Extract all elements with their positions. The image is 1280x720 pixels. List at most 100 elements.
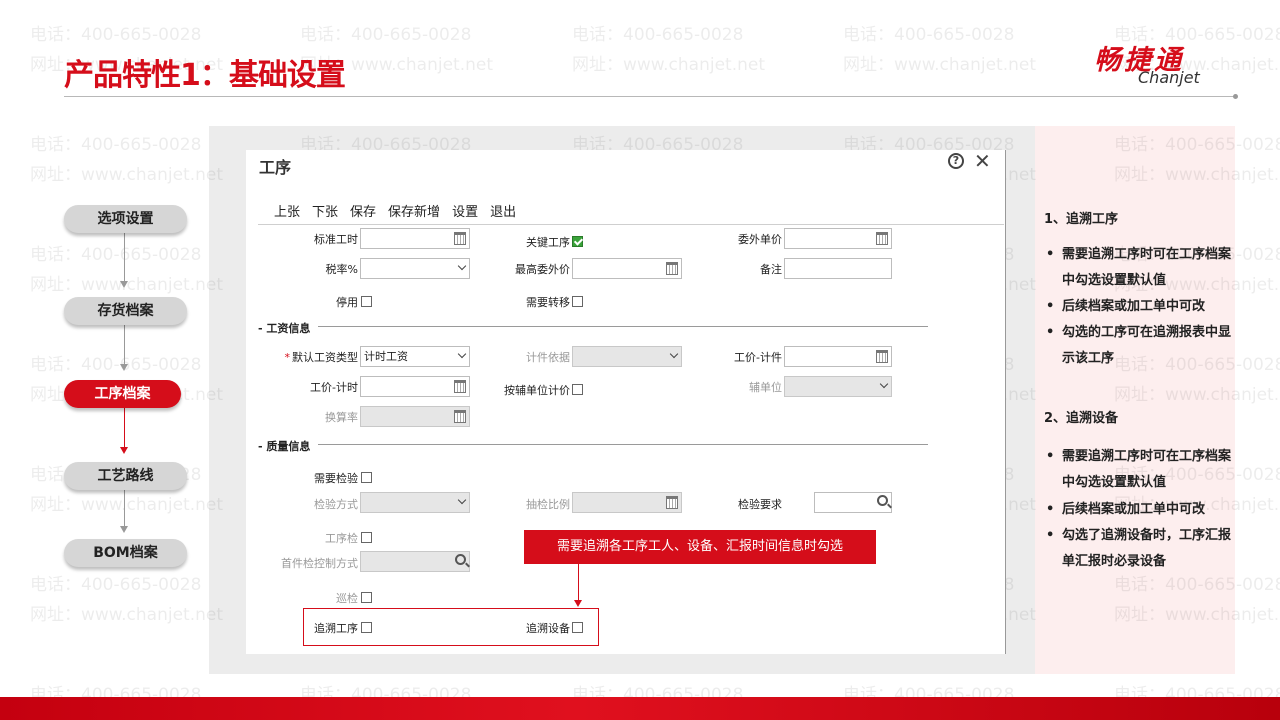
watermark-text: 电话：400-665-0028 — [30, 355, 202, 375]
chevron-down-icon — [457, 349, 467, 359]
aux-unit-price-label: 按辅单位计价 — [504, 384, 570, 397]
inspection-req-label: 检验要求 — [738, 498, 782, 511]
callout-connector — [578, 564, 579, 600]
watermark-text: 网址：www.chanjet.net — [30, 605, 224, 625]
title-divider — [64, 96, 1236, 97]
flow-arrow — [120, 364, 128, 371]
watermark-text: 电话：400-665-0028 — [843, 25, 1015, 45]
sampling-ratio-label: 抽检比例 — [526, 498, 570, 511]
chevron-down-icon — [457, 261, 467, 271]
watermark-text: 电话：400-665-0028 — [30, 575, 202, 595]
flow-connector — [124, 233, 125, 283]
max-outsource-price-input[interactable] — [572, 258, 682, 279]
first-inspection-input[interactable] — [360, 551, 470, 572]
piece-basis-label: 计件依据 — [526, 351, 570, 364]
notes-section1-item: 需要追溯工序时可在工序档案中勾选设置默认值 — [1046, 242, 1234, 294]
brand-logo-english: Chanjet — [1138, 68, 1200, 87]
need-inspection-checkbox[interactable] — [361, 472, 372, 483]
notes-section2-item: 勾选了追溯设备时，工序汇报单汇报时必录设备 — [1046, 523, 1234, 575]
watermark-text: 电话：400-665-0028 — [300, 25, 472, 45]
calculator-icon[interactable] — [666, 496, 678, 509]
flow-arrow-active — [120, 447, 128, 454]
quality-section-title: - 质量信息 — [258, 440, 311, 453]
trace-highlight-box — [303, 608, 599, 646]
process-inspection-label: 工序检 — [325, 532, 358, 545]
calculator-icon[interactable] — [454, 380, 466, 393]
notes-section1-item: 勾选的工序可在追溯报表中显示该工序 — [1046, 320, 1234, 372]
inspection-method-label: 检验方式 — [314, 498, 358, 511]
first-inspection-label: 首件检控制方式 — [281, 557, 358, 570]
watermark-text: 网址：www.chanjet.net — [30, 165, 224, 185]
remark-input[interactable] — [784, 258, 892, 279]
inspection-method-select[interactable] — [360, 492, 470, 513]
flow-connector — [124, 325, 125, 365]
notes-section1-title: 1、追溯工序 — [1044, 212, 1119, 227]
outsource-price-label: 委外单价 — [738, 233, 782, 246]
patrol-inspection-checkbox[interactable] — [361, 592, 372, 603]
watermark-text: 电话：400-665-0028 — [30, 135, 202, 155]
watermark-text: 电话：400-665-0028 — [572, 25, 744, 45]
toolbar-save-button[interactable]: 保存 — [350, 201, 376, 220]
piece-price-input[interactable] — [784, 346, 892, 367]
wage-section-divider — [318, 326, 928, 327]
toolbar-exit-button[interactable]: 退出 — [490, 201, 516, 220]
help-icon[interactable]: ? — [948, 153, 964, 169]
piece-basis-select[interactable] — [572, 346, 682, 367]
disabled-label: 停用 — [336, 296, 358, 309]
flow-arrow — [120, 526, 128, 533]
flow-step-inventory: 存货档案 — [64, 297, 187, 325]
watermark-text: 网址：www.chanjet.net — [572, 55, 766, 75]
process-inspection-checkbox[interactable] — [361, 532, 372, 543]
disabled-checkbox[interactable] — [361, 296, 372, 307]
std-hours-label: 标准工时 — [314, 233, 358, 246]
need-transfer-checkbox[interactable] — [572, 296, 583, 307]
toolbar-divider — [258, 224, 1004, 225]
wage-section-title: - 工资信息 — [258, 322, 311, 335]
watermark-text: 网址：www.chanjet.net — [843, 55, 1037, 75]
tax-rate-select[interactable] — [360, 258, 470, 279]
search-icon[interactable] — [455, 554, 466, 565]
toolbar-next-button[interactable]: 下张 — [312, 201, 338, 220]
quality-section-divider — [318, 444, 928, 445]
inspection-req-input[interactable] — [814, 492, 892, 513]
need-inspection-label: 需要检验 — [314, 472, 358, 485]
calculator-icon[interactable] — [454, 410, 466, 423]
flow-step-options: 选项设置 — [64, 205, 187, 233]
search-icon[interactable] — [877, 495, 888, 506]
calculator-icon[interactable] — [666, 262, 678, 275]
conversion-rate-input[interactable] — [360, 406, 470, 427]
aux-unit-select[interactable] — [784, 376, 892, 397]
trace-callout: 需要追溯各工序工人、设备、汇报时间信息时勾选 — [524, 530, 876, 564]
sampling-ratio-input[interactable] — [572, 492, 682, 513]
chevron-down-icon — [457, 495, 467, 505]
outsource-price-input[interactable] — [784, 228, 892, 249]
toolbar-prev-button[interactable]: 上张 — [274, 201, 300, 220]
std-hours-input[interactable] — [360, 228, 470, 249]
toolbar-save-new-button[interactable]: 保存新增 — [388, 201, 440, 220]
flow-connector-active — [124, 408, 125, 448]
tax-rate-label: 税率% — [325, 263, 358, 276]
wage-type-label: 默认工资类型 — [274, 349, 358, 365]
quality-section-label: 质量信息 — [266, 440, 311, 453]
chevron-down-icon — [879, 379, 889, 389]
calculator-icon[interactable] — [876, 232, 888, 245]
calculator-icon[interactable] — [876, 350, 888, 363]
calculator-icon[interactable] — [454, 232, 466, 245]
max-outsource-price-label: 最高委外价 — [515, 263, 570, 276]
dialog-title: 工序 — [259, 158, 292, 177]
chevron-down-icon — [669, 349, 679, 359]
toolbar-settings-button[interactable]: 设置 — [452, 201, 478, 220]
aux-unit-price-checkbox[interactable] — [572, 384, 583, 395]
time-price-input[interactable] — [360, 376, 470, 397]
notes-section2-title: 2、追溯设备 — [1044, 411, 1119, 426]
watermark-text: 电话：400-665-0028 — [30, 245, 202, 265]
patrol-inspection-label: 巡检 — [336, 592, 358, 605]
dialog-toolbar: 上张 下张 保存 保存新增 设置 退出 — [274, 201, 516, 220]
key-process-label: 关键工序 — [526, 236, 570, 249]
time-price-label: 工价-计时 — [310, 381, 358, 394]
wage-type-select[interactable]: 计时工资 — [360, 346, 470, 367]
close-icon[interactable]: ✕ — [974, 150, 991, 172]
key-process-checkbox[interactable] — [572, 236, 583, 247]
page-title: 产品特性1：基础设置 — [64, 58, 346, 93]
aux-unit-label: 辅单位 — [749, 381, 782, 394]
